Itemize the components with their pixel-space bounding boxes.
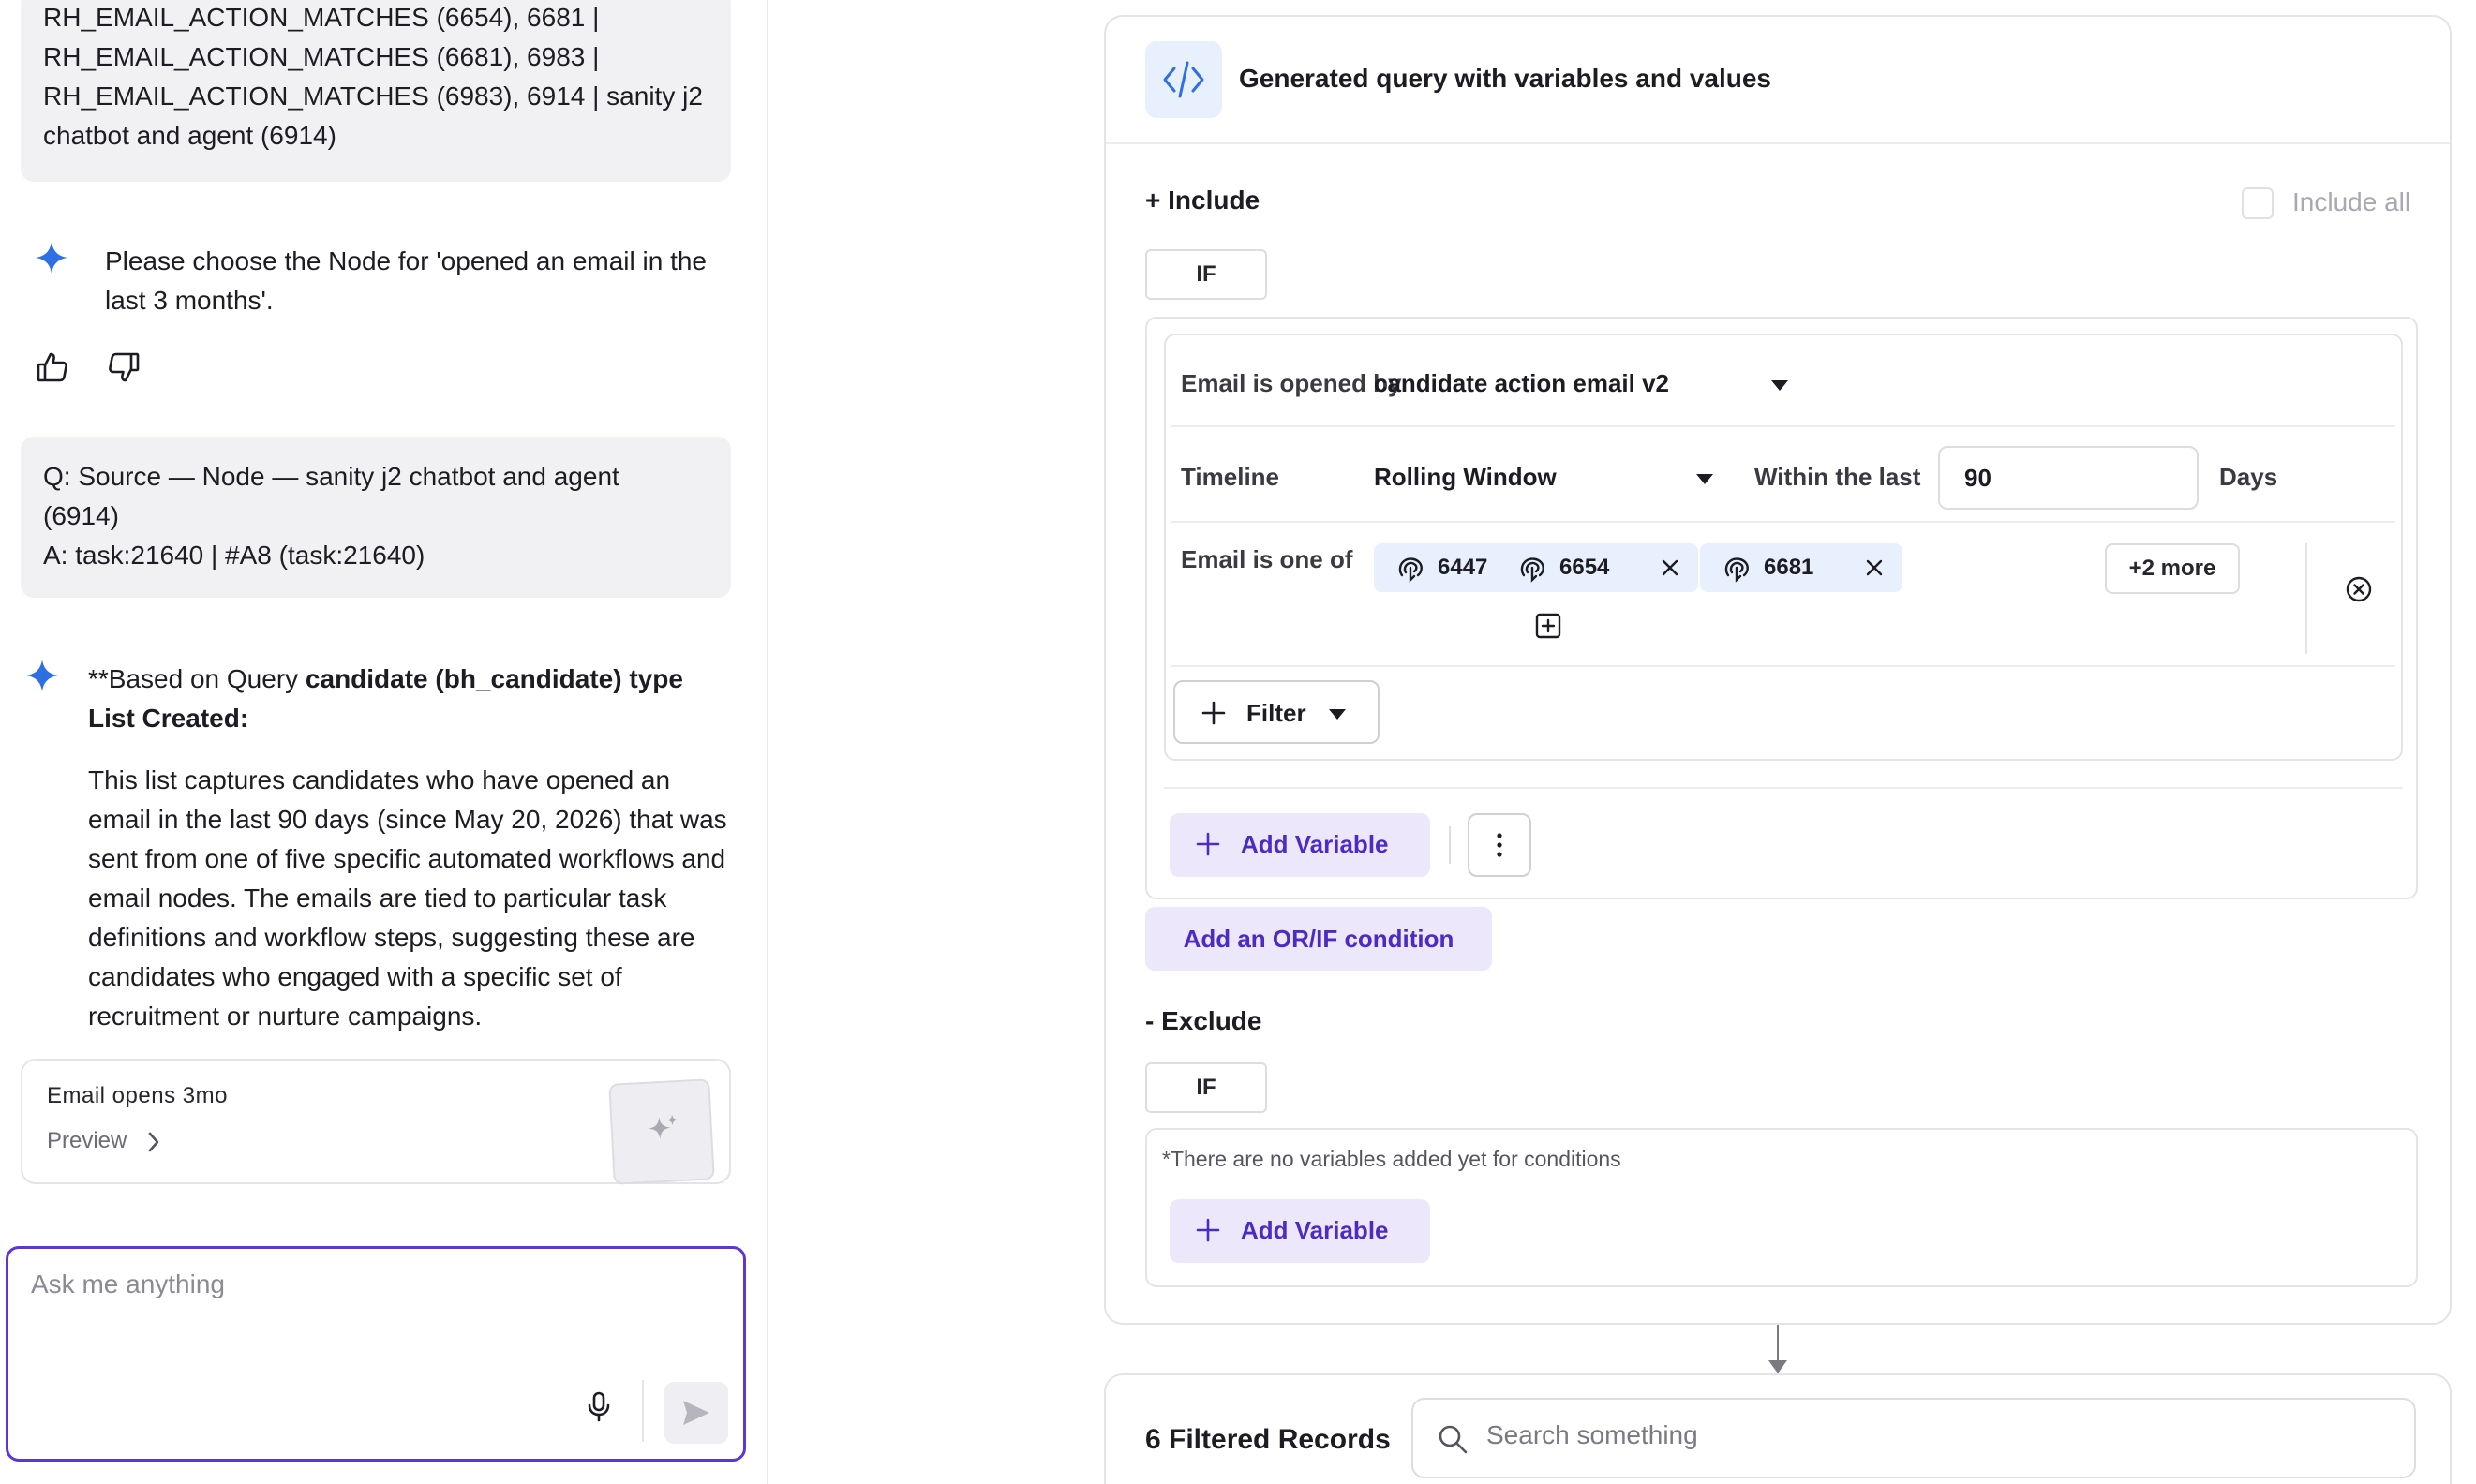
button-divider <box>1449 826 1451 864</box>
empty-conditions-note: *There are no variables added yet for co… <box>1162 1147 1621 1171</box>
user-message-bubble: RH_EMAIL_ACTION_MATCHES (6654), 6681 | R… <box>21 0 731 182</box>
more-chips-button[interactable]: +2 more <box>2105 543 2240 594</box>
days-label: Days <box>2219 463 2278 491</box>
caret-down-icon[interactable] <box>1771 380 1788 391</box>
chip-label: 6681 <box>1764 555 1814 580</box>
if-operator[interactable]: IF <box>1145 1062 1267 1113</box>
chip-label: 6654 <box>1559 555 1610 580</box>
if-operator[interactable]: IF <box>1145 249 1267 300</box>
email-node-icon <box>1520 557 1544 583</box>
list-card-title: Email opens 3mo <box>47 1083 228 1108</box>
filter-button[interactable]: Filter <box>1173 680 1380 744</box>
thumbs-down-icon[interactable] <box>107 350 141 384</box>
include-heading: + Include <box>1145 186 1260 215</box>
row-divider <box>1171 665 2395 667</box>
message-line: RH_EMAIL_ACTION_MATCHES (6983), 6914 | s… <box>43 82 703 111</box>
kebab-menu-icon <box>1497 833 1502 857</box>
send-icon <box>683 1401 709 1425</box>
assistant-sparkle-icon <box>36 242 67 274</box>
add-value-icon[interactable] <box>1535 613 1561 639</box>
query-card: Generated query with variables and value… <box>1104 15 2452 1325</box>
sparkles-icon <box>648 1114 679 1140</box>
remove-condition-icon[interactable] <box>2345 575 2373 603</box>
assistant-message: Please choose the Node for 'opened an em… <box>105 246 708 315</box>
chip-label: 6447 <box>1438 555 1488 580</box>
filtered-records-count: 6 Filtered Records <box>1145 1424 1391 1455</box>
email-chip: 6681 <box>1700 543 1902 592</box>
add-variable-label: Add Variable <box>1241 1216 1389 1244</box>
plus-icon <box>1201 701 1226 725</box>
code-icon <box>1145 41 1222 118</box>
chat-panel: RH_EMAIL_ACTION_MATCHES (6654), 6681 | R… <box>0 0 768 1484</box>
microphone-icon[interactable] <box>582 1389 616 1423</box>
plus-icon <box>1196 1218 1220 1242</box>
arrow-down-icon <box>1768 1360 1787 1373</box>
filter-label: Filter <box>1246 699 1306 727</box>
records-search-input[interactable] <box>1486 1420 2330 1450</box>
search-icon <box>1439 1425 1468 1454</box>
plus-icon <box>1196 832 1220 856</box>
include-all-label: Include all <box>2292 187 2411 216</box>
list-preview-card[interactable]: Email opens 3mo Preview <box>21 1059 731 1185</box>
remove-chip-icon[interactable] <box>1863 556 1886 579</box>
add-variable-label: Add Variable <box>1241 830 1389 858</box>
divider <box>1106 142 2450 144</box>
remove-chip-icon[interactable] <box>1659 556 1681 579</box>
condition-block: Email is opened by candidate action emai… <box>1164 334 2403 761</box>
include-condition-group: Email is opened by candidate action emai… <box>1145 317 2418 899</box>
include-all-checkbox[interactable] <box>2242 187 2274 219</box>
message-line: (6914) <box>43 501 119 530</box>
email-node-icon <box>1724 557 1749 583</box>
send-button[interactable] <box>664 1382 728 1444</box>
input-divider <box>642 1380 644 1442</box>
email-one-of-label: Email is one of <box>1181 545 1353 573</box>
preview-link[interactable]: Preview <box>47 1128 127 1154</box>
message-line: Q: Source — Node — sanity j2 chatbot and… <box>43 462 619 491</box>
caret-down-icon[interactable] <box>1696 474 1713 484</box>
user-message-bubble: Q: Source — Node — sanity j2 chatbot and… <box>21 437 731 598</box>
divider <box>1164 787 2403 789</box>
within-label: Within the last <box>1754 463 1921 491</box>
thumbs-up-icon[interactable] <box>36 350 69 384</box>
chat-input[interactable] <box>31 1269 593 1299</box>
records-search-box <box>1411 1398 2416 1478</box>
message-line: chatbot and agent (6914) <box>43 121 336 150</box>
assistant-message-body: This list captures candidates who have o… <box>88 765 727 1031</box>
chevron-right-icon <box>142 1128 165 1156</box>
timeline-label: Timeline <box>1181 463 1280 491</box>
query-title: Generated query with variables and value… <box>1239 64 1771 93</box>
message-line: A: task:21640 | #A8 (task:21640) <box>43 541 425 570</box>
exclude-heading: - Exclude <box>1145 1006 1262 1035</box>
add-variable-button[interactable]: Add Variable <box>1170 813 1430 877</box>
message-line: RH_EMAIL_ACTION_MATCHES (6681), 6983 | <box>43 42 600 71</box>
chat-input-box <box>6 1246 746 1462</box>
add-variable-button[interactable]: Add Variable <box>1170 1199 1430 1263</box>
message-prefix: **Based on Query <box>88 664 306 693</box>
caret-down-icon <box>1329 709 1346 720</box>
more-options-button[interactable] <box>1468 813 1531 877</box>
email-opened-label: Email is opened by <box>1181 369 1402 397</box>
message-line: RH_EMAIL_ACTION_MATCHES (6654), 6681 | <box>43 3 600 32</box>
add-or-if-condition-button[interactable]: Add an OR/IF condition <box>1145 907 1492 971</box>
email-node-icon <box>1398 557 1423 583</box>
assistant-sparkle-icon <box>26 660 58 691</box>
exclude-condition-group: *There are no variables added yet for co… <box>1145 1128 2418 1287</box>
list-thumbnail <box>608 1078 715 1185</box>
row-divider <box>1171 521 2395 523</box>
chips-divider <box>2305 543 2307 654</box>
days-input[interactable] <box>1938 446 2199 510</box>
row-divider <box>1171 425 2395 427</box>
filtered-records-card: 6 Filtered Records <box>1104 1373 2452 1484</box>
assistant-message-heading: **Based on Query candidate (bh_candidate… <box>88 660 735 738</box>
email-chip: 6654 <box>1496 543 1698 592</box>
email-opened-select[interactable]: candidate action email v2 <box>1374 369 1669 398</box>
timeline-select[interactable]: Rolling Window <box>1374 463 1557 492</box>
